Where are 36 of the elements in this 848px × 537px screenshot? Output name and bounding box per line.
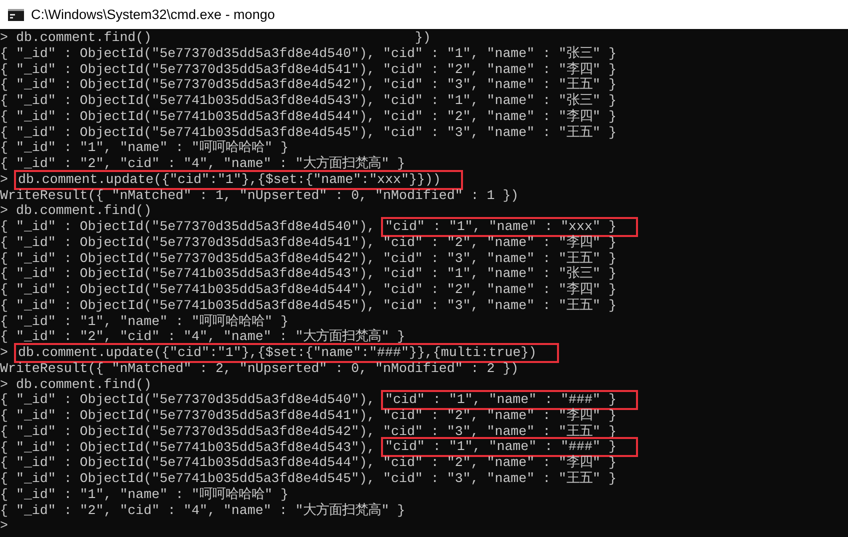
console-text: WriteResult({ "nMatched" : 2, "nUpserted" : 0, "nModified" : 2 }) [0, 360, 519, 376]
console-text: { "_id" : ObjectId("5e7741b035dd5a3fd8e4d543"), "cid" : "1", "name" : "张三" } [0, 93, 616, 109]
console-text: { "_id" : ObjectId("5e77370d35dd5a3fd8e4d540"), [0, 392, 376, 408]
console-text: { "_id" : "1", "name" : "呵呵哈哈哈" } [0, 486, 288, 502]
console-text: { "_id" : ObjectId("5e77370d35dd5a3fd8e4d542"), "cid" : "3", "name" : "王五" } [0, 250, 616, 266]
console-text: { "_id" : ObjectId("5e77370d35dd5a3fd8e4d541"), "cid" : "2", "name" : "李四" } [0, 408, 616, 424]
console-text: { "_id" : "1", "name" : "呵呵哈哈哈" } [0, 314, 288, 330]
console-text: { "_id" : ObjectId("5e77370d35dd5a3fd8e4d540"), [0, 219, 376, 235]
console-text: }) [414, 30, 431, 46]
console-text: { "_id" : "1", "name" : "呵呵哈哈哈" } [0, 140, 288, 156]
console-text: { "_id" : "2", "cid" : "4", "name" : "大方面扫梵高" } [0, 329, 406, 345]
window-title: C:\Windows\System32\cmd.exe - mongo [31, 7, 275, 22]
console-text: { "_id" : ObjectId("5e77370d35dd5a3fd8e4d540"), "cid" : "1", "name" : "张三" } [0, 46, 616, 62]
console-text: > db.comment.find() [0, 30, 152, 46]
console-text: > [0, 172, 9, 188]
console-text: > db.comment.find() [0, 376, 152, 392]
console-text: { "_id" : ObjectId("5e7741b035dd5a3fd8e4d544"), "cid" : "2", "name" : "李四" } [0, 282, 616, 298]
console-text: > [0, 518, 8, 534]
console-icon [8, 8, 24, 20]
console-text: { "_id" : ObjectId("5e7741b035dd5a3fd8e4d544"), "cid" : "2", "name" : "李四" } [0, 455, 616, 471]
console-text: { "_id" : ObjectId("5e77370d35dd5a3fd8e4d542"), "cid" : "3", "name" : "王五" } [0, 77, 616, 93]
console-text: { "_id" : ObjectId("5e77370d35dd5a3fd8e4d541"), "cid" : "2", "name" : "李四" } [0, 62, 616, 78]
console-text: WriteResult({ "nMatched" : 1, "nUpserted" : 0, "nModified" : 1 }) [0, 188, 519, 204]
highlighted-text: db.comment.update({"cid":"1"},{$set:{"name":"xxx"}})) [14, 170, 463, 190]
console-text: { "_id" : "2", "cid" : "4", "name" : "大方面扫梵高" } [0, 156, 406, 172]
console-text: > [0, 345, 9, 361]
console-text: { "_id" : ObjectId("5e7741b035dd5a3fd8e4d545"), "cid" : "3", "name" : "王五" } [0, 471, 616, 487]
console-text: { "_id" : ObjectId("5e7741b035dd5a3fd8e4d545"), "cid" : "3", "name" : "王五" } [0, 124, 616, 140]
console-text: > db.comment.find() [0, 203, 152, 219]
console-text: { "_id" : ObjectId("5e77370d35dd5a3fd8e4d541"), "cid" : "2", "name" : "李四" } [0, 234, 616, 250]
console-text: { "_id" : ObjectId("5e7741b035dd5a3fd8e4d543"), [0, 440, 376, 456]
highlighted-text: db.comment.update({"cid":"1"},{$set:{"name":"###"}},{multi:true}) [14, 342, 559, 363]
console-text: { "_id" : "2", "cid" : "4", "name" : "大方面扫梵高" } [0, 502, 406, 518]
console-text: { "_id" : ObjectId("5e7741b035dd5a3fd8e4d545"), "cid" : "3", "name" : "王五" } [0, 298, 616, 314]
console-text: { "_id" : ObjectId("5e7741b035dd5a3fd8e4d543"), "cid" : "1", "name" : "张三" } [0, 266, 616, 282]
console-text: { "_id" : ObjectId("5e7741b035dd5a3fd8e4d544"), "cid" : "2", "name" : "李四" } [0, 108, 616, 124]
